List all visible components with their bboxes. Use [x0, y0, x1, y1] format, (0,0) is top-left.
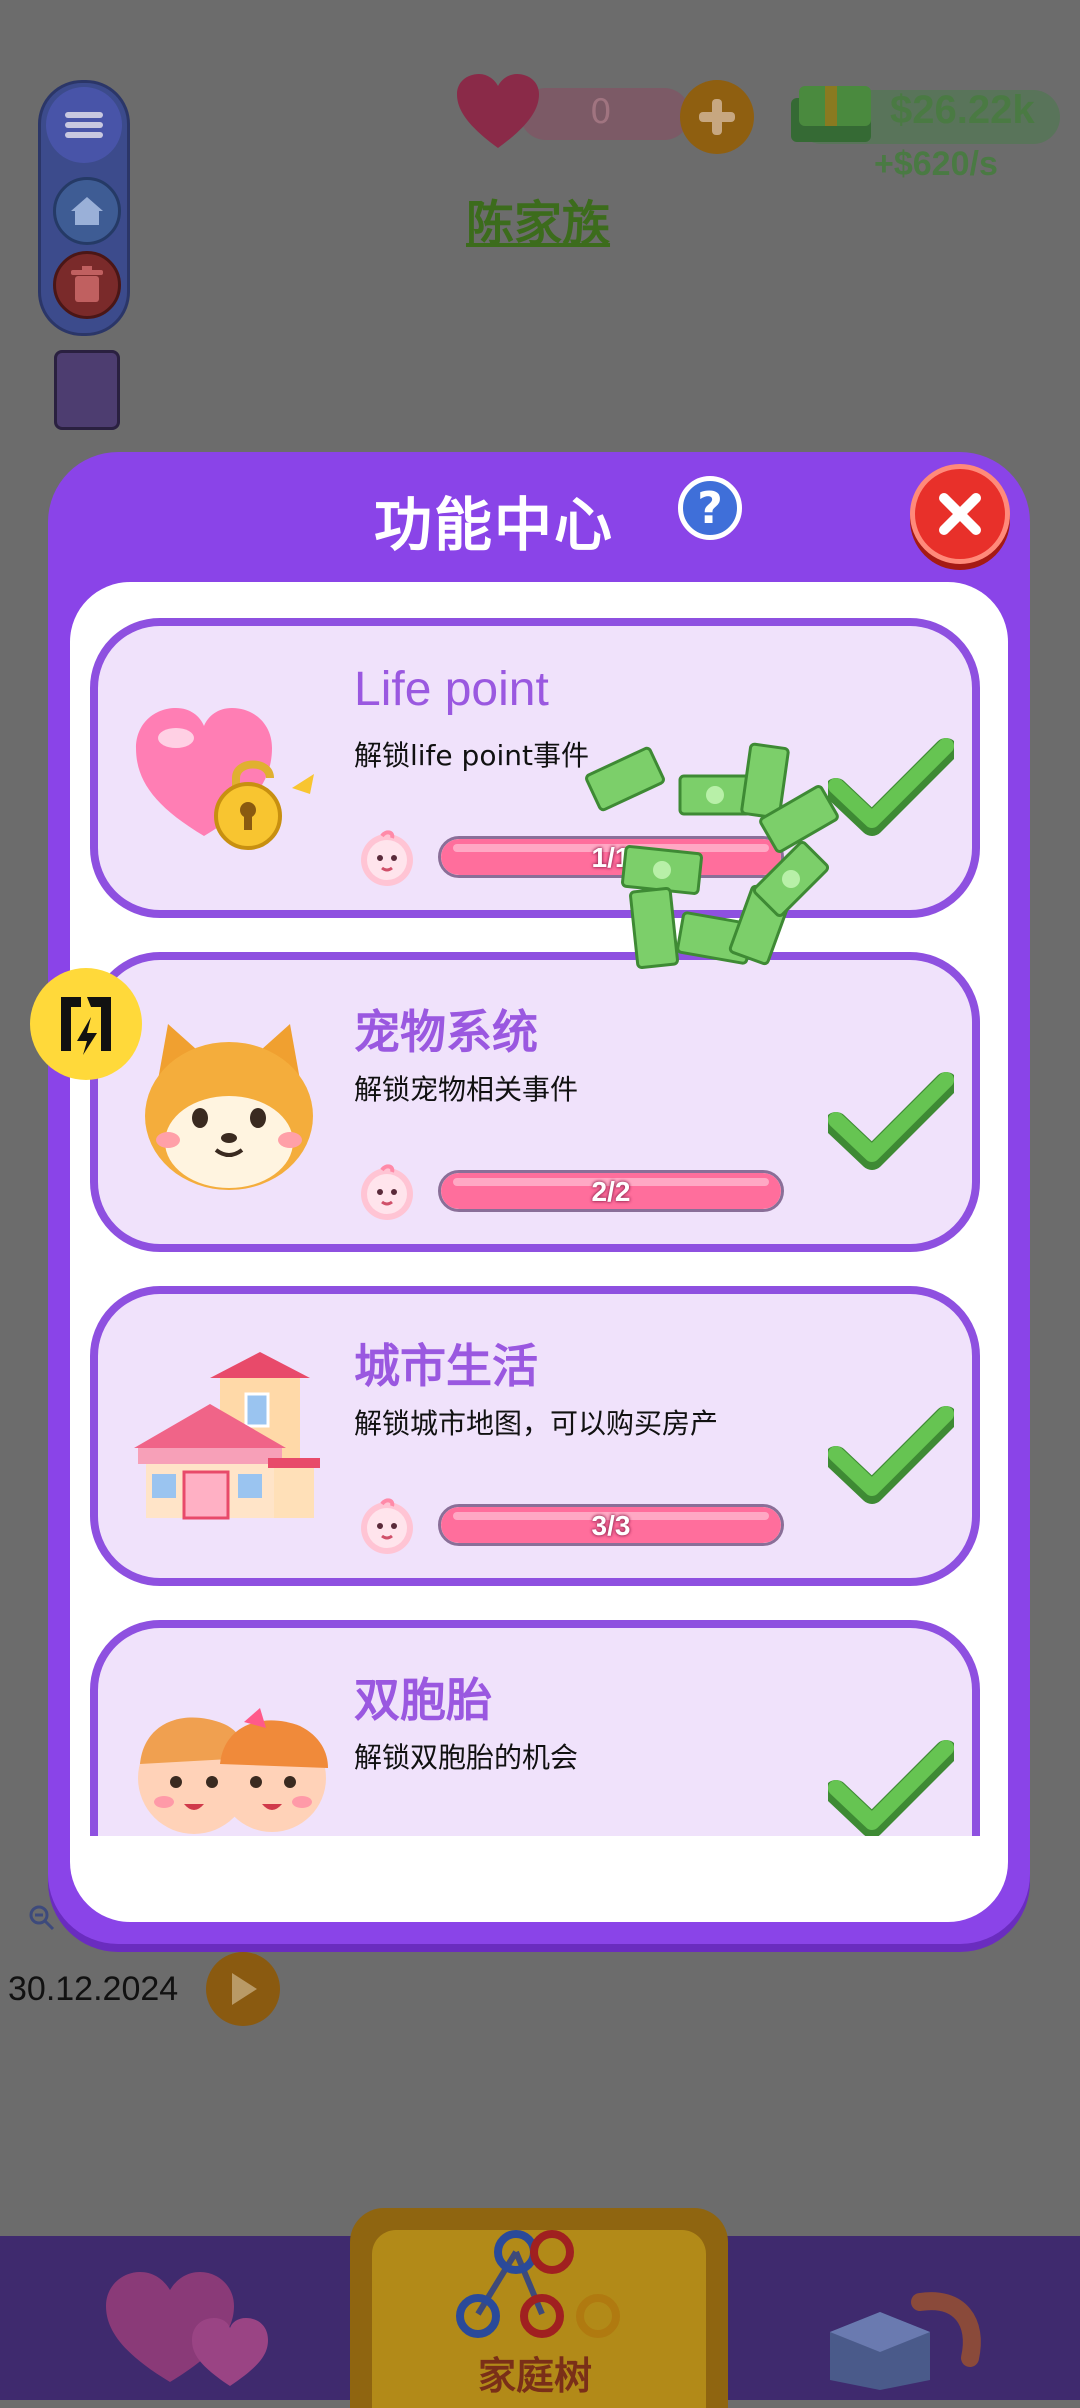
unlocked-heart-icon — [136, 708, 314, 850]
progress-bar: 2/2 — [438, 1170, 784, 1212]
twins-icon — [138, 1708, 328, 1834]
close-button[interactable] — [910, 464, 1010, 564]
card-title: 城市生活 — [354, 1339, 538, 1393]
menu-icon — [65, 108, 103, 142]
card-description: 解锁life point事件 — [354, 739, 589, 772]
progress-text: 3/3 — [591, 1510, 631, 1541]
card-title: Life point — [354, 663, 549, 716]
card-description: 解锁宠物相关事件 — [354, 1073, 579, 1106]
shiba-dog-icon — [145, 1024, 313, 1190]
hearts-count: 0 — [590, 92, 612, 132]
card-description: 解锁双胞胎的机会 — [354, 1741, 579, 1774]
help-button[interactable]: ? — [678, 476, 742, 540]
delete-button[interactable] — [53, 251, 121, 319]
zoom-out-icon[interactable] — [28, 1904, 56, 1932]
card-title: 双胞胎 — [354, 1673, 492, 1727]
add-hearts-button[interactable] — [680, 80, 754, 154]
family-name-link[interactable]: 陈家族 — [466, 184, 610, 254]
home-icon — [71, 197, 103, 225]
flash-icon — [30, 968, 142, 1080]
menu-button[interactable] — [46, 87, 122, 163]
close-icon — [939, 493, 981, 535]
money-value: $26.22k — [890, 88, 1035, 132]
plus-icon — [699, 99, 735, 135]
play-icon — [232, 1973, 257, 2005]
baby-icon — [361, 830, 413, 886]
shop-icon[interactable] — [810, 2262, 990, 2392]
help-icon: ? — [697, 482, 723, 534]
card-title: 宠物系统 — [354, 1005, 538, 1059]
side-menu — [38, 80, 130, 336]
flying-money-effect — [585, 742, 839, 969]
baby-icon — [361, 1164, 413, 1220]
play-button[interactable] — [206, 1952, 280, 2026]
check-icon — [828, 1740, 954, 1836]
card-description: 解锁城市地图，可以购买房产 — [354, 1407, 719, 1440]
feature-card-twins[interactable]: 双胞胎 解锁双胞胎的机会 — [90, 1620, 980, 1836]
house-icon — [134, 1352, 320, 1520]
rules-book-icon[interactable] — [54, 350, 120, 430]
family-tree-icon — [456, 2230, 620, 2338]
money-rate: +$620/s — [874, 145, 998, 183]
current-date: 30.12.2024 — [8, 1970, 179, 2008]
dialog-title: 功能中心 — [373, 491, 614, 559]
hearts-tab-icon[interactable] — [100, 2262, 280, 2392]
feature-card-pet-system[interactable]: 宠物系统 解锁宠物相关事件 2/2 — [90, 952, 980, 1252]
progress-text: 2/2 — [591, 1176, 631, 1207]
heart-icon — [457, 74, 539, 148]
money-stack-icon — [791, 86, 871, 142]
feature-card-city-life[interactable]: 城市生活 解锁城市地图，可以购买房产 3/3 — [90, 1286, 980, 1586]
feature-center-dialog: 功能中心 ? Life point 解锁life point事件 1/1 宠物系… — [48, 452, 1030, 1944]
home-button[interactable] — [53, 177, 121, 245]
check-icon — [828, 1406, 954, 1504]
check-icon — [828, 1072, 954, 1170]
baby-icon — [361, 1498, 413, 1554]
progress-bar: 3/3 — [438, 1504, 784, 1546]
family-tree-label: 家庭树 — [478, 2354, 593, 2398]
trash-icon — [71, 266, 103, 302]
dialog-panel: Life point 解锁life point事件 1/1 宠物系统 解锁宠物相… — [70, 582, 1008, 1922]
